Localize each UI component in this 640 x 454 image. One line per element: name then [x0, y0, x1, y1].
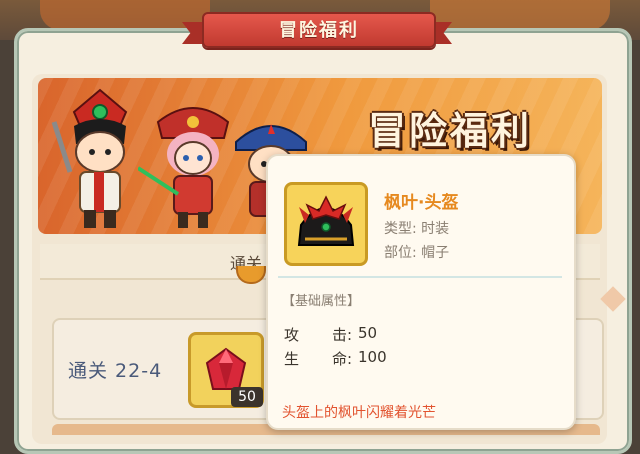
stat-attack-label: 击:: [332, 326, 353, 344]
item-description: 头盔上的枫叶闪耀着光芒: [282, 405, 436, 421]
reward-count: 50: [231, 387, 263, 407]
maple-helmet-icon: [297, 195, 355, 246]
base-attributes-heading: 【基础属性】: [282, 294, 361, 309]
window-title: 冒险福利: [279, 20, 359, 41]
item-tooltip: 枫叶·头盔 类型: 时装 部位: 帽子 【基础属性】 攻 击: 50 生 命: …: [266, 154, 576, 430]
stat-hp-key: 生: [284, 350, 300, 368]
stat-attack-value: 50: [358, 324, 378, 342]
background-decoration-right: [430, 0, 610, 30]
stat-attack-key: 攻: [284, 326, 300, 344]
stage-label: 通关 22-4: [68, 360, 163, 382]
tooltip-item-slot: [284, 182, 368, 266]
tooltip-divider: [278, 276, 562, 278]
item-slot-type: 部位: 帽子: [384, 245, 450, 261]
reward-item-slot[interactable]: 50: [188, 332, 264, 408]
stat-hp-label: 命:: [332, 350, 353, 368]
stat-hp-value: 100: [358, 348, 387, 366]
item-type: 类型: 时装: [384, 221, 450, 237]
banner-title: 冒险福利: [368, 109, 533, 153]
title-ribbon: 冒险福利: [182, 8, 452, 52]
item-name: 枫叶·头盔: [384, 193, 459, 213]
